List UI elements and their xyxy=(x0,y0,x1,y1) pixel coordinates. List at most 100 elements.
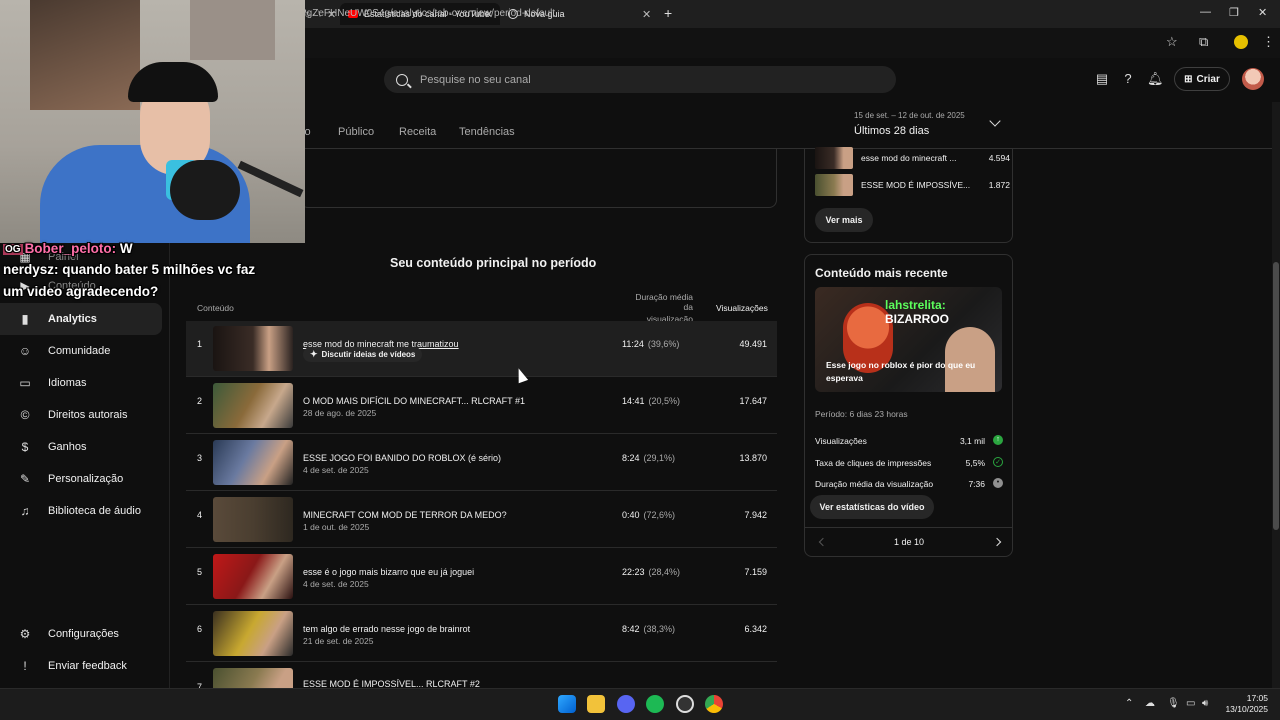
network-icon[interactable]: ▭ xyxy=(1186,698,1195,709)
period-text: Período: 6 dias 23 horas xyxy=(815,409,908,419)
chevron-left-icon[interactable] xyxy=(818,537,828,547)
video-thumbnail[interactable] xyxy=(213,668,293,688)
video-thumbnail[interactable] xyxy=(213,440,293,485)
new-tab-plus-icon[interactable]: + xyxy=(664,5,672,21)
profile-icon[interactable] xyxy=(1234,35,1248,49)
extensions-icon[interactable]: ⧉ xyxy=(1199,34,1208,50)
close-window-icon[interactable]: ✕ xyxy=(1258,6,1267,19)
top-content-title: Seu conteúdo principal no período xyxy=(390,256,597,270)
chevron-up-icon[interactable]: ⌃ xyxy=(1125,698,1133,709)
duration-pct: (29,1%) xyxy=(643,453,676,463)
avatar[interactable] xyxy=(1242,68,1264,90)
sidebar-item-copyright[interactable]: © Direitos autorais xyxy=(0,399,162,431)
sidebar-item-languages[interactable]: ▭ Idiomas xyxy=(0,367,162,399)
sidebar-item-label: Analytics xyxy=(48,313,97,325)
row-views: 13.870 xyxy=(739,453,767,463)
sidebar-item-community[interactable]: ☺ Comunidade xyxy=(0,335,162,367)
tab-revenue[interactable]: Receita xyxy=(399,126,436,138)
sidebar-item-settings[interactable]: ⚙ Configurações xyxy=(0,618,162,650)
list-item[interactable]: ESSE MOD É IMPOSSÍVE... 1.872 xyxy=(815,174,1010,196)
date-range-selector[interactable]: 15 de set. – 12 de out. de 2025 Últimos … xyxy=(854,111,965,137)
video-stats-button[interactable]: Ver estatísticas do vídeo xyxy=(810,495,934,519)
volume-icon[interactable]: 🔊︎ xyxy=(1202,698,1208,709)
chevron-right-icon[interactable] xyxy=(992,537,1002,547)
row-duration: 8:24 (29,1%) xyxy=(622,453,694,463)
chrome-icon[interactable] xyxy=(705,695,723,713)
microphone-icon[interactable]: 🎙︎ xyxy=(1167,698,1180,709)
sidebar-item-customization[interactable]: ✎ Personalização xyxy=(0,463,162,495)
stat-row: Duração média da visualização 7:36 • xyxy=(815,478,1003,489)
clock-date: 13/10/2025 xyxy=(1225,704,1268,714)
discuss-ideas-button[interactable]: ✦ Discutir ideias de vídeos xyxy=(303,347,423,362)
help-icon[interactable]: ? xyxy=(1120,71,1136,87)
chat-text: um video agradecendo? xyxy=(3,284,159,299)
date-range-main: Últimos 28 dias xyxy=(854,125,930,137)
discord-icon[interactable] xyxy=(617,695,635,713)
latest-video-thumbnail[interactable]: lahstrelita: BIZARROO Esse jogo no roblo… xyxy=(815,287,1002,392)
sidebar-item-label: Direitos autorais xyxy=(48,409,128,421)
table-row[interactable]: 2 O MOD MAIS DIFÍCIL DO MINECRAFT... RLC… xyxy=(186,378,777,434)
star-icon[interactable]: ☆ xyxy=(1166,34,1178,50)
row-title[interactable]: ESSE MOD É IMPOSSÍVEL... RLCRAFT #2 xyxy=(303,679,480,688)
table-row[interactable]: 5 esse é o jogo mais bizarro que eu já j… xyxy=(186,549,777,605)
column-duration[interactable]: Duração média da visualização xyxy=(627,292,693,324)
video-thumbnail[interactable] xyxy=(815,174,853,196)
duration-value: 8:42 xyxy=(622,624,640,634)
sidebar-item-audio-library[interactable]: ♫ Biblioteca de áudio xyxy=(0,495,162,527)
table-row[interactable]: 3 ESSE JOGO FOI BANIDO DO ROBLOX (é séri… xyxy=(186,435,777,491)
video-thumbnail[interactable] xyxy=(213,554,293,599)
stat-value: 7:36 xyxy=(968,479,985,489)
list-item-title: ESSE MOD É IMPOSSÍVE... xyxy=(861,180,971,190)
sidebar-item-analytics[interactable]: ▮ Analytics xyxy=(0,303,162,335)
up-arrow-icon: ↑ xyxy=(993,435,1003,445)
sidebar-item-feedback[interactable]: ! Enviar feedback xyxy=(0,650,162,682)
create-button[interactable]: ⊞ Criar xyxy=(1174,67,1230,91)
file-explorer-icon[interactable] xyxy=(587,695,605,713)
obs-icon[interactable] xyxy=(676,695,694,713)
row-title[interactable]: ESSE JOGO FOI BANIDO DO ROBLOX (é sério) xyxy=(303,453,501,463)
table-row[interactable]: 7 ESSE MOD É IMPOSSÍVEL... RLCRAFT #2 xyxy=(186,663,777,688)
list-item[interactable]: esse mod do minecraft ... 4.594 xyxy=(815,147,1010,169)
spotify-icon[interactable] xyxy=(646,695,664,713)
see-more-button[interactable]: Ver mais xyxy=(815,208,873,232)
cloud-icon[interactable]: ☁ xyxy=(1145,698,1155,709)
table-row[interactable]: 6 tem algo de errado nesse jogo de brain… xyxy=(186,606,777,662)
thumbnail-caption-bottom: Esse jogo no roblox é pior do que eu esp… xyxy=(826,360,976,383)
channel-search[interactable]: Pesquise no seu canal xyxy=(384,66,896,93)
duration-pct: (38,3%) xyxy=(643,624,676,634)
stat-value: 5,5% xyxy=(965,458,985,468)
stat-row: Visualizações 3,1 mil ↑ xyxy=(815,435,1003,446)
chat-user: Bober_peloto: xyxy=(24,241,117,256)
close-icon[interactable]: ✕ xyxy=(642,8,651,21)
column-views[interactable]: Visualizações xyxy=(716,303,768,313)
windows-start-icon[interactable] xyxy=(558,695,576,713)
minimize-icon[interactable]: — xyxy=(1200,6,1211,18)
video-thumbnail[interactable] xyxy=(213,611,293,656)
taskbar-clock[interactable]: 17:05 13/10/2025 xyxy=(1218,693,1268,715)
table-row[interactable]: 1 esse mod do minecraft me traumatizou ✦… xyxy=(186,321,777,377)
sidebar-item-label: Enviar feedback xyxy=(48,660,127,672)
stat-label: Visualizações xyxy=(815,436,867,446)
url-text[interactable]: PgZeFHNeUW0S4g/analytics/tab-overview/pe… xyxy=(300,8,555,19)
bell-icon[interactable]: 🔔︎ xyxy=(1147,71,1164,87)
row-title[interactable]: tem algo de errado nesse jogo de brainro… xyxy=(303,624,470,634)
table-row[interactable]: 4 MINECRAFT COM MOD DE TERROR DA MEDO? 1… xyxy=(186,492,777,548)
restore-icon[interactable]: ❐ xyxy=(1229,6,1239,19)
tab-audience[interactable]: Público xyxy=(338,126,374,138)
video-thumbnail[interactable] xyxy=(213,497,293,542)
row-rank: 3 xyxy=(197,453,203,463)
row-title[interactable]: esse é o jogo mais bizarro que eu já jog… xyxy=(303,567,474,577)
scrollbar-thumb[interactable] xyxy=(1273,262,1279,530)
sidebar-item-label: Comunidade xyxy=(48,345,111,357)
sidebar-item-earnings[interactable]: $ Ganhos xyxy=(0,431,162,463)
menu-dots-icon[interactable]: ⋮ xyxy=(1262,34,1275,50)
video-thumbnail[interactable] xyxy=(815,147,853,169)
video-thumbnail[interactable] xyxy=(213,326,293,371)
video-thumbnail[interactable] xyxy=(213,383,293,428)
tab-trends[interactable]: Tendências xyxy=(459,126,515,138)
row-title[interactable]: MINECRAFT COM MOD DE TERROR DA MEDO? xyxy=(303,510,507,520)
stat-label: Duração média da visualização xyxy=(815,479,934,489)
row-title[interactable]: O MOD MAIS DIFÍCIL DO MINECRAFT... RLCRA… xyxy=(303,396,525,406)
stat-value: 3,1 mil xyxy=(959,436,985,446)
feedback-icon[interactable]: ▤ xyxy=(1094,71,1110,87)
